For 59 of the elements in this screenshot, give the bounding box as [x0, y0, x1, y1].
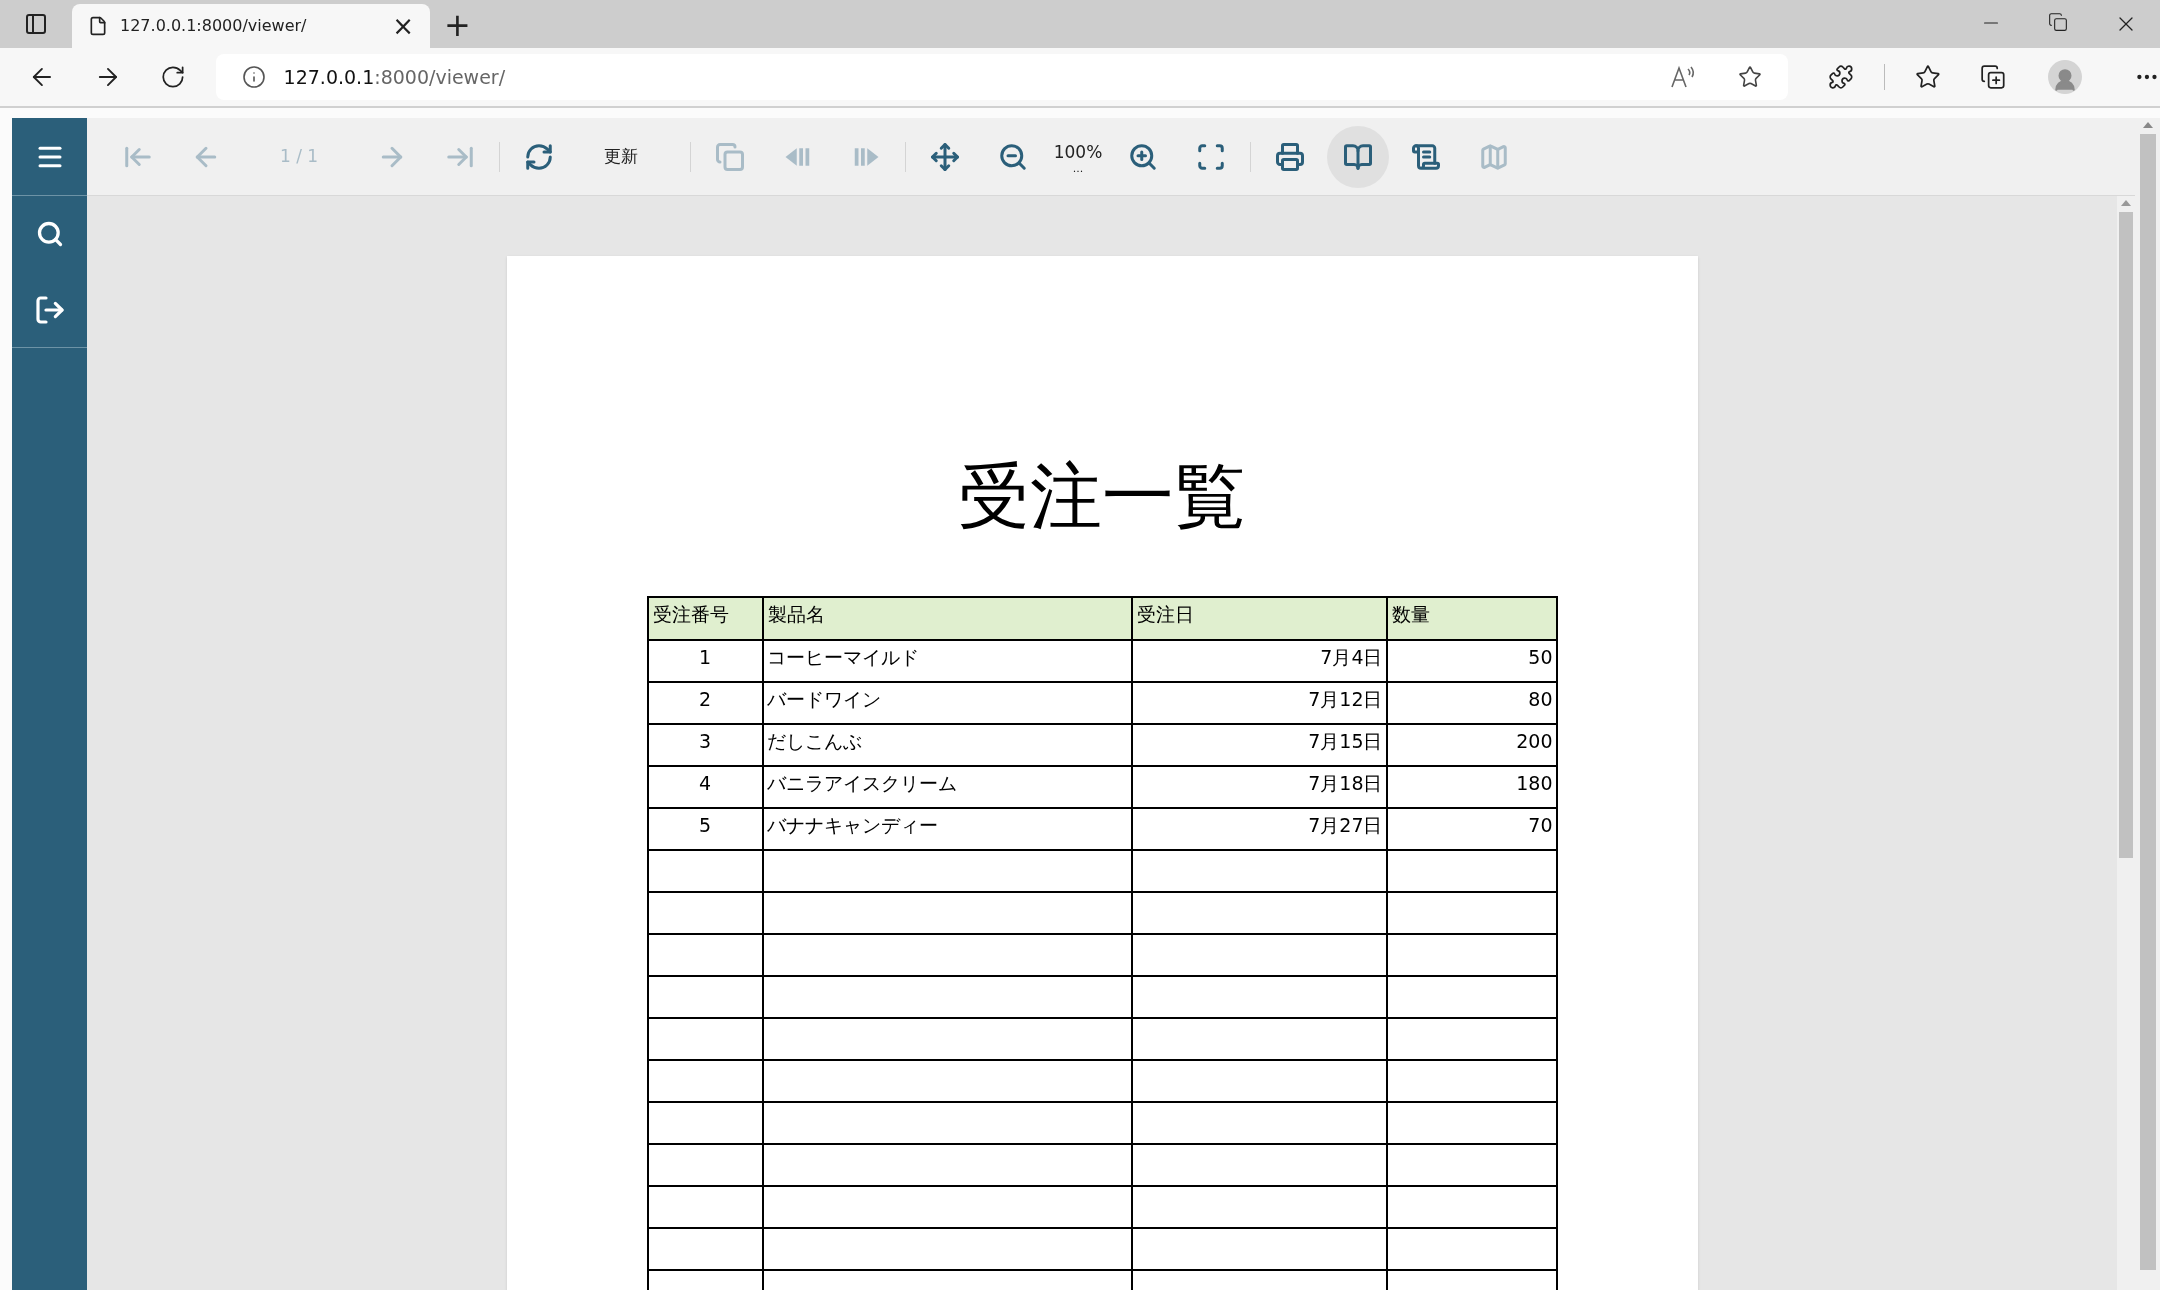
table-cell-text: 5 — [698, 813, 712, 838]
tab-actions-icon[interactable] — [24, 12, 48, 36]
refresh-icon — [524, 141, 554, 172]
table-cell-text: 4 — [698, 771, 712, 796]
table-cell-text: バナナキャンディー — [766, 813, 938, 838]
table-cell-text: コーヒーマイルド — [766, 645, 919, 670]
restore-icon[interactable] — [2048, 12, 2068, 32]
refresh-label[interactable]: 更新 — [576, 143, 666, 170]
browser-tab[interactable]: 127.0.0.1:8000/viewer/ × — [72, 4, 430, 48]
fit-page-icon — [1196, 141, 1226, 172]
column-header: 受注番号 — [652, 603, 729, 625]
read-aloud-icon[interactable] — [1669, 65, 1696, 89]
zoom-out-icon — [998, 141, 1028, 172]
move-icon — [930, 141, 960, 172]
address-bar[interactable]: 127.0.0.1:8000/viewer/ — [215, 54, 1788, 100]
info-icon[interactable] — [241, 65, 266, 89]
table-cell-text: 7月15日 — [1308, 729, 1383, 754]
table-cell-text: 180 — [1516, 771, 1553, 796]
export-icon[interactable] — [33, 293, 66, 326]
zoom-level[interactable]: 100% — [1053, 139, 1103, 166]
table-cell-text: 7月27日 — [1308, 813, 1383, 838]
table-cell-text: バードワイン — [766, 687, 881, 712]
tab-title: 127.0.0.1:8000/viewer/ — [120, 15, 308, 37]
zoom-in-icon — [1128, 141, 1158, 172]
url-text: 127.0.0.1:8000/viewer/ — [283, 64, 507, 90]
close-tab-button[interactable]: × — [392, 13, 414, 39]
collections-icon[interactable] — [1980, 64, 2007, 90]
table-cell-text: だしこんぶ — [766, 729, 862, 754]
search-icon[interactable] — [35, 220, 64, 248]
reload-icon[interactable] — [159, 64, 186, 90]
scrollbar[interactable] — [2117, 196, 2135, 1290]
page-icon — [88, 16, 108, 36]
column-header: 製品名 — [767, 603, 825, 625]
zoom-menu[interactable]: ... — [1072, 165, 1084, 174]
table-cell-text: 70 — [1528, 813, 1553, 838]
page-number: 1 / 1 — [278, 144, 320, 168]
new-tab-button[interactable]: + — [444, 9, 471, 41]
pages-icon — [715, 141, 745, 172]
table-cell-text: 3 — [698, 729, 712, 754]
extensions-icon[interactable] — [1827, 64, 1854, 90]
table-cell-text: バニラアイスクリーム — [766, 771, 957, 796]
table-cell-text: 200 — [1516, 729, 1553, 754]
table-cell-text: 7月12日 — [1308, 687, 1383, 712]
favorites-icon[interactable] — [1914, 64, 1941, 90]
print-icon — [1275, 141, 1305, 172]
table-cell-text: 1 — [698, 645, 712, 670]
table-cell-text: 80 — [1528, 687, 1553, 712]
table-cell-text: 7月18日 — [1308, 771, 1383, 796]
book-icon — [1343, 141, 1373, 172]
column-header: 受注日 — [1136, 603, 1194, 625]
page-scrollbar[interactable] — [2135, 118, 2160, 1290]
table-cell-text: 50 — [1528, 645, 1553, 670]
report-title: 受注一覧 — [958, 460, 1246, 532]
scroll-icon — [1411, 141, 1441, 172]
profile-avatar[interactable] — [2048, 60, 2083, 94]
table-cell-text: 7月4日 — [1320, 645, 1383, 670]
column-header: 数量 — [1391, 603, 1430, 625]
favorite-add-icon[interactable] — [1737, 65, 1762, 89]
table-cell-text: 2 — [698, 687, 712, 712]
